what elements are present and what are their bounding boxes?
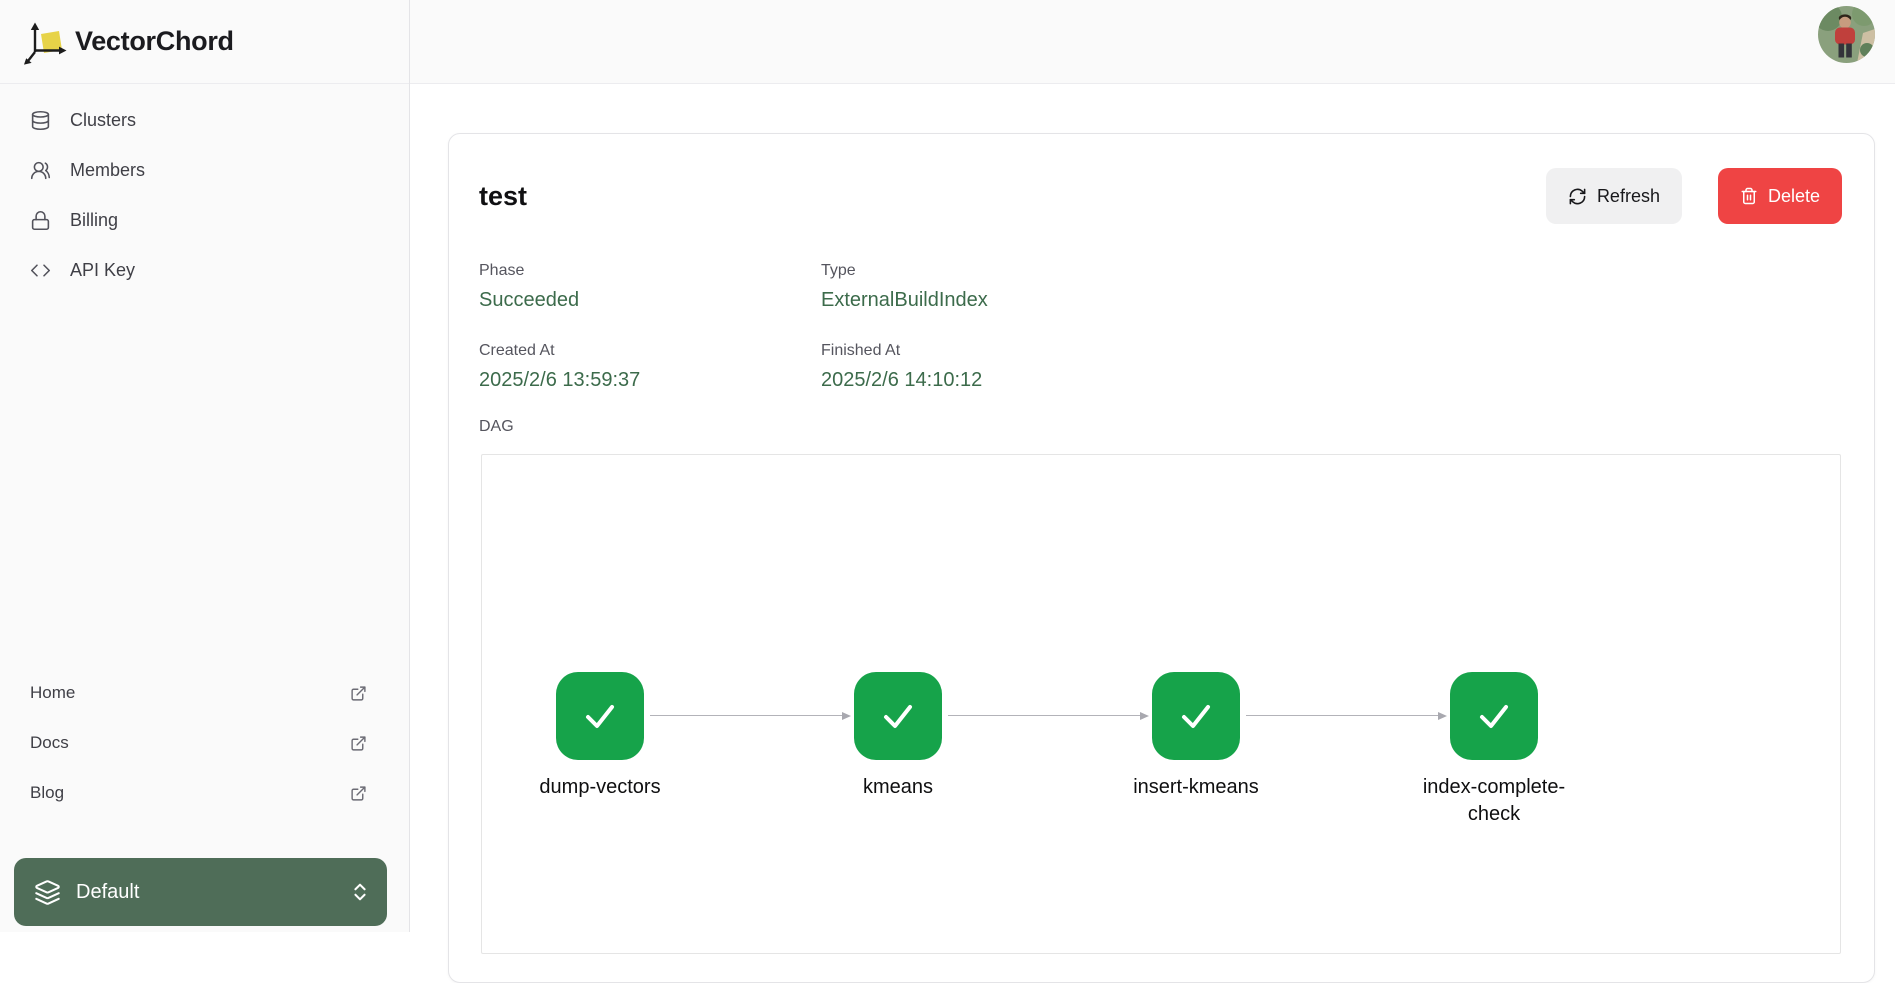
field-value: 2025/2/6 13:59:37: [479, 368, 821, 392]
field-value: ExternalBuildIndex: [821, 288, 988, 312]
field-value: 2025/2/6 14:10:12: [821, 368, 988, 392]
check-icon: [1472, 694, 1516, 738]
node-status-succeeded: [854, 672, 942, 760]
delete-label: Delete: [1768, 186, 1820, 207]
node-status-succeeded: [1450, 672, 1538, 760]
refresh-button[interactable]: Refresh: [1546, 168, 1682, 224]
card-header: test Refresh: [479, 168, 1842, 224]
sidebar-external-links: Home Docs Blog: [0, 668, 409, 818]
check-icon: [1174, 694, 1218, 738]
dag-node-kmeans[interactable]: kmeans: [798, 672, 998, 801]
dag-node-insert-kmeans[interactable]: insert-kmeans: [1096, 672, 1296, 801]
sidebar-nav: Clusters Members Billing: [0, 84, 409, 295]
field-created-at: Created At 2025/2/6 13:59:37: [479, 342, 821, 392]
topbar: [410, 0, 1895, 84]
sidebar-link-label: Blog: [30, 783, 64, 803]
sidebar-item-label: API Key: [70, 260, 135, 281]
dag-node-label: insert-kmeans: [1096, 774, 1296, 801]
field-type: Type ExternalBuildIndex: [821, 262, 988, 312]
chevrons-up-down-icon: [349, 881, 371, 903]
field-value: Succeeded: [479, 288, 821, 312]
sidebar-item-clusters[interactable]: Clusters: [0, 95, 409, 145]
sidebar-item-billing[interactable]: Billing: [0, 195, 409, 245]
check-icon: [876, 694, 920, 738]
external-link-icon: [350, 785, 367, 802]
dag-node-label: kmeans: [798, 774, 998, 801]
node-status-succeeded: [556, 672, 644, 760]
job-details: Phase Succeeded Type ExternalBuildIndex …: [479, 262, 988, 392]
field-label: Created At: [479, 342, 821, 360]
sidebar-item-label: Billing: [70, 210, 118, 231]
avatar[interactable]: [1818, 6, 1875, 63]
sidebar-item-members[interactable]: Members: [0, 145, 409, 195]
dag-node-index-complete-check[interactable]: index-complete-check: [1394, 672, 1594, 828]
user-avatar-photo: [1818, 6, 1875, 63]
brand-name: VectorChord: [75, 26, 234, 57]
sidebar-link-blog[interactable]: Blog: [0, 768, 409, 818]
field-phase: Phase Succeeded: [479, 262, 821, 312]
sidebar-item-label: Clusters: [70, 110, 136, 131]
refresh-label: Refresh: [1597, 186, 1660, 207]
card-actions: Refresh Delete: [1546, 168, 1842, 224]
sidebar-link-home[interactable]: Home: [0, 668, 409, 718]
check-icon: [578, 694, 622, 738]
delete-button[interactable]: Delete: [1718, 168, 1842, 224]
field-finished-at: Finished At 2025/2/6 14:10:12: [821, 342, 988, 392]
sidebar: VectorChord Clusters Members: [0, 0, 410, 932]
refresh-icon: [1568, 187, 1587, 206]
brand-logo[interactable]: VectorChord: [0, 0, 409, 84]
workspace-name: Default: [76, 881, 334, 904]
database-icon: [30, 110, 51, 131]
dag-canvas[interactable]: dump-vectors kmeans: [481, 454, 1841, 954]
field-label: Finished At: [821, 342, 988, 360]
users-icon: [30, 160, 51, 181]
code-icon: [30, 260, 51, 281]
dag-node-dump-vectors[interactable]: dump-vectors: [500, 672, 700, 801]
dag-section-label: DAG: [479, 418, 514, 436]
page-title: test: [479, 181, 527, 212]
dag-node-label: index-complete-check: [1409, 774, 1579, 828]
job-card: test Refresh: [448, 133, 1875, 983]
dag-node-label: dump-vectors: [500, 774, 700, 801]
trash-icon: [1740, 187, 1758, 205]
vectorchord-logo-icon: [22, 19, 68, 65]
external-link-icon: [350, 735, 367, 752]
sidebar-link-label: Home: [30, 683, 75, 703]
workspace-switcher[interactable]: Default: [14, 858, 387, 926]
sidebar-link-label: Docs: [30, 733, 69, 753]
sidebar-item-label: Members: [70, 160, 145, 181]
sidebar-link-docs[interactable]: Docs: [0, 718, 409, 768]
field-label: Type: [821, 262, 988, 280]
node-status-succeeded: [1152, 672, 1240, 760]
sidebar-item-api-key[interactable]: API Key: [0, 245, 409, 295]
layers-icon: [34, 879, 61, 906]
lock-icon: [30, 210, 51, 231]
field-label: Phase: [479, 262, 821, 280]
external-link-icon: [350, 685, 367, 702]
